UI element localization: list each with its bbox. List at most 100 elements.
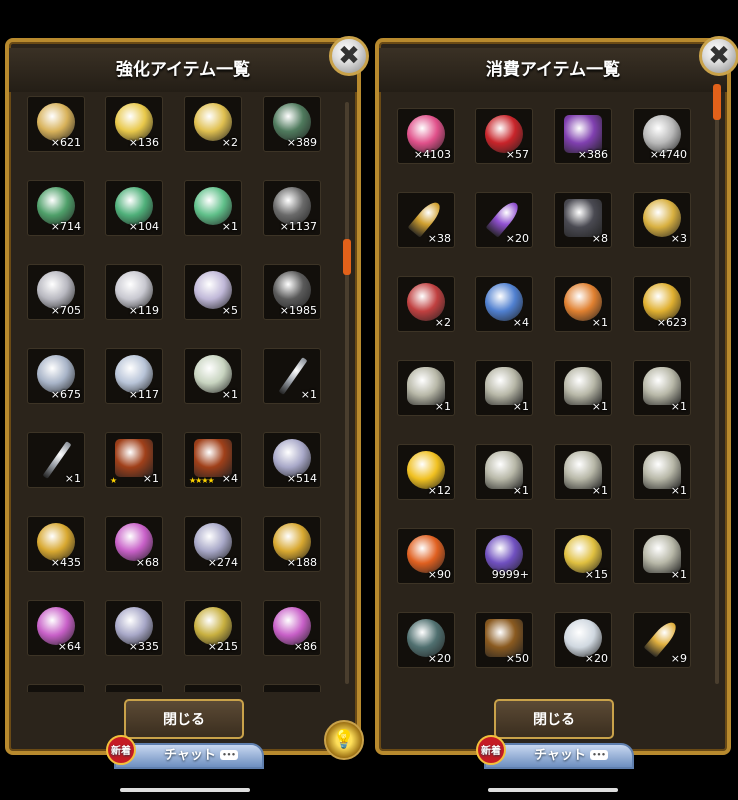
item-count: ×90 xyxy=(427,568,451,581)
item-grid: ×621 ×136 ×2 ×389 ×714 ×104 ×1 ×1137 ×705 ×119 ×5 ×… xyxy=(27,96,345,692)
item-slot[interactable]: ×8 xyxy=(554,192,612,248)
item-count: ×57 xyxy=(505,148,529,161)
item-slot[interactable]: ×119 xyxy=(105,264,163,320)
item-count: ×1 xyxy=(670,400,687,413)
item-slot[interactable]: ×86 xyxy=(263,600,321,656)
item-slot[interactable]: ×20 xyxy=(475,192,533,248)
item-slot[interactable]: ×64 xyxy=(27,600,85,656)
item-slot[interactable]: ×4103 xyxy=(397,108,455,164)
item-count: ×1985 xyxy=(279,304,317,317)
item-count: ×117 xyxy=(128,388,159,401)
item-slot[interactable] xyxy=(263,684,321,692)
item-slot[interactable]: ×1 xyxy=(554,276,612,332)
item-slot[interactable]: ×675 xyxy=(27,348,85,404)
item-count: ×4 xyxy=(221,472,238,485)
item-slot[interactable]: ×623 xyxy=(633,276,691,332)
item-slot[interactable]: 9999+ xyxy=(475,528,533,584)
close-button[interactable]: 閉じる xyxy=(124,699,244,739)
item-slot[interactable]: ×117 xyxy=(105,348,163,404)
item-count: ×15 xyxy=(584,568,608,581)
item-slot[interactable]: ×1 xyxy=(633,444,691,500)
item-slot[interactable]: ×90 xyxy=(397,528,455,584)
item-slot[interactable]: ×621 xyxy=(27,96,85,152)
chat-label: チャット xyxy=(534,748,586,763)
item-slot[interactable]: ×705 xyxy=(27,264,85,320)
item-count: ×119 xyxy=(128,304,159,317)
panel-title: 消費アイテム一覧 xyxy=(379,48,727,92)
item-slot[interactable]: ×4 xyxy=(475,276,533,332)
item-grid: ×4103 ×57 ×386 ×4740 ×38 ×20 ×8 ×3 ×2 ×4 ×1 ×623 ×1 ×… xyxy=(397,96,715,692)
item-slot[interactable]: ×1 xyxy=(263,348,321,404)
item-slot[interactable]: ×50 xyxy=(475,612,533,668)
item-slot[interactable]: ×57 xyxy=(475,108,533,164)
item-slot[interactable]: ×274 xyxy=(184,516,242,572)
item-slot[interactable]: ×12 xyxy=(397,444,455,500)
item-slot[interactable]: ×435 xyxy=(27,516,85,572)
item-count: ×12 xyxy=(427,484,451,497)
item-slot[interactable]: ×335 xyxy=(105,600,163,656)
item-slot[interactable]: ★ ×1 xyxy=(105,432,163,488)
item-slot[interactable]: ×1137 xyxy=(263,180,321,236)
item-slot[interactable]: ×1 xyxy=(475,444,533,500)
item-slot[interactable]: ×1 xyxy=(184,180,242,236)
item-count: ×1137 xyxy=(279,220,317,233)
item-slot[interactable]: ×15 xyxy=(554,528,612,584)
home-indicator xyxy=(488,788,618,792)
item-count: ×50 xyxy=(505,652,529,665)
item-slot[interactable]: ×215 xyxy=(184,600,242,656)
chat-tab[interactable]: 新着 チャット ••• xyxy=(476,735,634,769)
item-slot[interactable]: ×68 xyxy=(105,516,163,572)
item-slot[interactable]: ×188 xyxy=(263,516,321,572)
item-slot[interactable] xyxy=(184,684,242,692)
item-slot[interactable]: ×1 xyxy=(397,360,455,416)
item-slot[interactable]: ×1 xyxy=(633,360,691,416)
item-slot[interactable]: ×38 xyxy=(397,192,455,248)
item-slot[interactable]: ×1 xyxy=(27,432,85,488)
item-slot[interactable]: ×714 xyxy=(27,180,85,236)
item-slot[interactable]: ×4740 xyxy=(633,108,691,164)
item-slot[interactable] xyxy=(27,684,85,692)
close-icon[interactable]: ✖ xyxy=(699,36,738,76)
panel-title: 強化アイテム一覧 xyxy=(9,48,357,92)
item-count: ×5 xyxy=(221,304,238,317)
item-slot[interactable] xyxy=(105,684,163,692)
item-slot[interactable]: ×2 xyxy=(184,96,242,152)
scrollbar-thumb[interactable] xyxy=(713,84,721,120)
close-button[interactable]: 閉じる xyxy=(494,699,614,739)
item-slot[interactable]: ×514 xyxy=(263,432,321,488)
item-count: ×64 xyxy=(57,640,81,653)
item-slot[interactable]: ×20 xyxy=(397,612,455,668)
chat-bubble-icon: ••• xyxy=(220,750,238,760)
item-slot[interactable]: ×1 xyxy=(633,528,691,584)
scrollbar-thumb[interactable] xyxy=(343,239,351,275)
close-icon[interactable]: ✖ xyxy=(329,36,369,76)
item-slot[interactable]: ×136 xyxy=(105,96,163,152)
item-slot[interactable]: ×386 xyxy=(554,108,612,164)
item-slot[interactable]: ★★★★ ×4 xyxy=(184,432,242,488)
chat-tab[interactable]: 新着 チャット ••• xyxy=(106,735,264,769)
item-slot[interactable]: ×1985 xyxy=(263,264,321,320)
item-count: ×2 xyxy=(221,136,238,149)
item-count: ×1 xyxy=(512,484,529,497)
scrollbar[interactable] xyxy=(343,102,351,684)
item-slot[interactable]: ×104 xyxy=(105,180,163,236)
item-count: ×1 xyxy=(434,400,451,413)
item-slot[interactable]: ×3 xyxy=(633,192,691,248)
scrollbar[interactable] xyxy=(713,84,721,684)
item-slot[interactable]: ×9 xyxy=(633,612,691,668)
item-slot[interactable]: ×20 xyxy=(554,612,612,668)
item-slot[interactable]: ×5 xyxy=(184,264,242,320)
item-count: ×4103 xyxy=(413,148,451,161)
item-count: ×9 xyxy=(670,652,687,665)
item-slot[interactable]: ×2 xyxy=(397,276,455,332)
item-slot[interactable]: ×1 xyxy=(554,444,612,500)
item-slot[interactable]: ×1 xyxy=(184,348,242,404)
item-slot[interactable]: ×1 xyxy=(475,360,533,416)
item-slot[interactable]: ×389 xyxy=(263,96,321,152)
item-count: ×621 xyxy=(50,136,81,149)
item-slot[interactable]: ×1 xyxy=(554,360,612,416)
item-count: ×1 xyxy=(670,484,687,497)
item-count: ×335 xyxy=(128,640,159,653)
item-count: ×136 xyxy=(128,136,159,149)
lightbulb-hint-icon[interactable]: 💡 xyxy=(324,720,364,760)
